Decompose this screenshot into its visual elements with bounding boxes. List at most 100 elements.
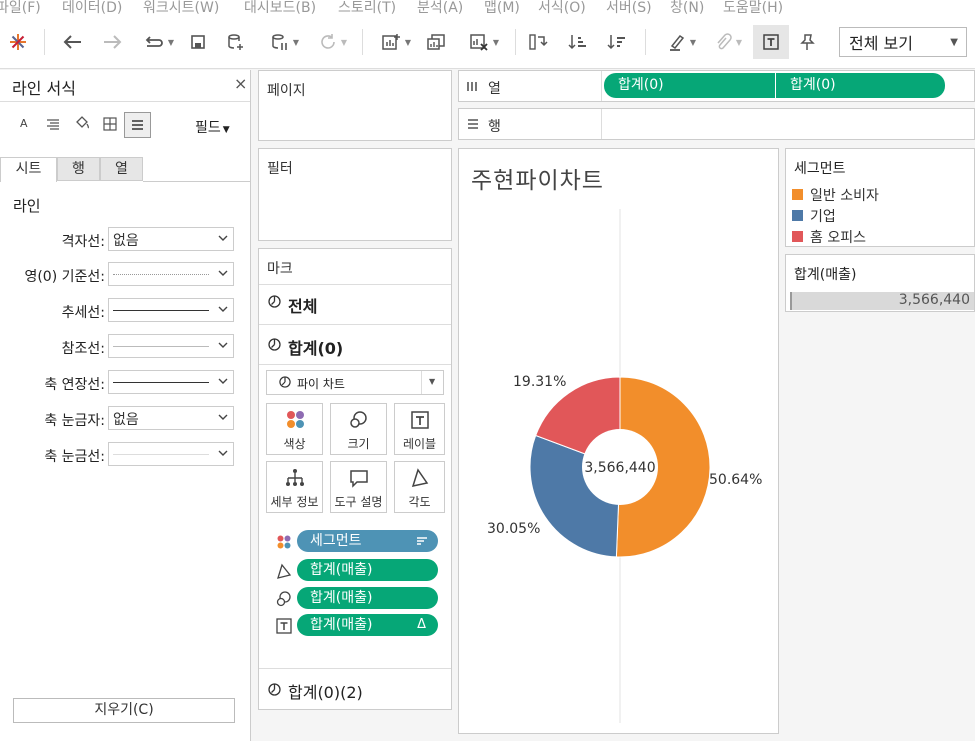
format-font-icon[interactable]: A bbox=[20, 117, 28, 130]
label-mark-button[interactable]: 레이블 bbox=[394, 403, 445, 455]
grid-lines-value: 없음 bbox=[113, 233, 139, 249]
menu-format[interactable]: 서식(O) bbox=[538, 0, 586, 17]
size-icon bbox=[331, 410, 386, 432]
menu-map[interactable]: 맵(M) bbox=[484, 0, 520, 17]
marks-card-title: 마크 bbox=[267, 261, 293, 277]
menu-data[interactable]: 데이터(D) bbox=[62, 0, 122, 17]
chevron-down-icon bbox=[218, 378, 228, 384]
rows-shelf[interactable]: 행 bbox=[458, 108, 975, 140]
segment-color-pill[interactable]: 세그먼트 bbox=[297, 530, 438, 552]
fit-view-select[interactable]: 전체 보기 ▼ bbox=[839, 27, 967, 57]
angle-sales-pill[interactable]: 합계(매출) bbox=[297, 559, 438, 581]
trend-lines-select[interactable] bbox=[108, 298, 234, 322]
menu-analysis[interactable]: 분석(A) bbox=[417, 0, 463, 17]
tooltip-mark-label: 도구 설명 bbox=[334, 495, 383, 509]
size-legend-value: 3,566,440 bbox=[898, 292, 970, 308]
chevron-down-icon bbox=[218, 235, 228, 241]
format-shading-icon[interactable] bbox=[74, 116, 90, 134]
mark-type-select[interactable]: 파이 차트 ▼ bbox=[266, 370, 444, 395]
tab-columns[interactable]: 열 bbox=[100, 157, 143, 181]
label-text-icon bbox=[395, 410, 444, 432]
pages-card-title: 페이지 bbox=[267, 83, 306, 99]
group-members-icon[interactable]: ▼ bbox=[706, 27, 750, 57]
highlight-icon[interactable]: ▼ bbox=[660, 27, 704, 57]
swap-rows-columns-icon[interactable] bbox=[526, 27, 550, 57]
zero-lines-select[interactable] bbox=[108, 262, 234, 286]
label-text-icon bbox=[276, 618, 292, 634]
rows-shelf-label: 행 bbox=[488, 119, 501, 135]
axis-ticks-select[interactable]: 없음 bbox=[108, 406, 234, 430]
detail-mark-label: 세부 정보 bbox=[270, 495, 319, 509]
pin-icon[interactable] bbox=[795, 27, 819, 57]
axis-ticks-value: 없음 bbox=[113, 412, 139, 428]
marks-sum0-2-row[interactable]: 합계(0)(2) bbox=[259, 669, 451, 709]
format-borders-icon[interactable] bbox=[103, 117, 117, 135]
center-total-label: 3,566,440 bbox=[584, 460, 655, 476]
pages-card[interactable]: 페이지 bbox=[258, 70, 452, 141]
menu-server[interactable]: 서버(S) bbox=[606, 0, 652, 17]
segment-legend[interactable]: 세그먼트 일반 소비자 기업 홈 오피스 bbox=[785, 148, 975, 247]
size-legend-bar: 3,566,440 bbox=[790, 292, 974, 310]
fields-label: 필드 bbox=[195, 120, 221, 136]
tableau-logo-icon[interactable] bbox=[6, 27, 30, 57]
chevron-down-icon bbox=[218, 306, 228, 312]
pause-update-icon[interactable]: ▼ bbox=[263, 27, 307, 57]
marks-sum0-row[interactable]: 합계(0) bbox=[259, 325, 451, 364]
menu-worksheet[interactable]: 워크시트(W) bbox=[143, 0, 219, 17]
duplicate-sheet-icon[interactable] bbox=[424, 27, 448, 57]
detail-mark-button[interactable]: 세부 정보 bbox=[266, 461, 323, 513]
menu-window[interactable]: 창(N) bbox=[670, 0, 704, 17]
legend-swatch bbox=[792, 210, 803, 221]
new-datasource-icon[interactable] bbox=[225, 27, 247, 57]
undo-icon[interactable] bbox=[60, 27, 86, 57]
refresh-icon[interactable]: ▼ bbox=[311, 27, 355, 57]
save-icon[interactable] bbox=[187, 27, 209, 57]
size-sales-pill[interactable]: 합계(매출) bbox=[297, 587, 438, 609]
chevron-down-icon bbox=[218, 270, 228, 276]
divider bbox=[601, 109, 602, 139]
grid-lines-select[interactable]: 없음 bbox=[108, 227, 234, 251]
sort-descending-icon[interactable] bbox=[605, 27, 629, 57]
angle-icon bbox=[276, 563, 292, 579]
axis-gridlines-select[interactable] bbox=[108, 442, 234, 466]
light-line-preview bbox=[113, 346, 209, 347]
clear-button[interactable]: 지우기(C) bbox=[13, 698, 235, 723]
size-mark-button[interactable]: 크기 bbox=[330, 403, 387, 455]
replay-icon[interactable]: ▼ bbox=[137, 27, 181, 57]
size-legend[interactable]: 합계(매출) 3,566,440 bbox=[785, 254, 975, 312]
filters-card[interactable]: 필터 bbox=[258, 148, 452, 241]
label-pill-label: 합계(매출) bbox=[310, 617, 373, 633]
clear-sheet-icon[interactable]: ▼ bbox=[462, 27, 506, 57]
tab-sheet[interactable]: 시트 bbox=[0, 157, 57, 182]
size-icon bbox=[276, 591, 292, 607]
color-mark-button[interactable]: 색상 bbox=[266, 403, 323, 455]
legend-title: 세그먼트 bbox=[794, 161, 846, 177]
redo-icon[interactable] bbox=[99, 27, 125, 57]
size-legend-title: 합계(매출) bbox=[794, 267, 857, 283]
tab-rows[interactable]: 행 bbox=[57, 157, 100, 181]
divider bbox=[421, 371, 422, 394]
donut-chart[interactable]: 3,566,440 50.64% 30.05% 19.31% bbox=[459, 149, 778, 733]
close-icon[interactable]: × bbox=[234, 74, 247, 93]
sort-ascending-icon[interactable] bbox=[566, 27, 590, 57]
show-mark-labels-icon[interactable] bbox=[753, 25, 789, 59]
menu-file[interactable]: 파일(F) bbox=[0, 0, 41, 17]
column-pill-sum0-second[interactable]: 합계(0) bbox=[776, 73, 945, 98]
reference-lines-select[interactable] bbox=[108, 334, 234, 358]
new-worksheet-icon[interactable]: ▼ bbox=[374, 27, 418, 57]
fit-view-value: 전체 보기 bbox=[849, 34, 913, 53]
marks-all-row[interactable]: 전체 bbox=[259, 285, 451, 324]
menu-story[interactable]: 스토리(T) bbox=[338, 0, 396, 17]
tooltip-mark-button[interactable]: 도구 설명 bbox=[330, 461, 387, 513]
column-pill-sum0-first[interactable]: 합계(0) bbox=[604, 73, 775, 98]
fields-dropdown-button[interactable]: 필드 ▼ bbox=[195, 117, 230, 137]
format-lines-icon[interactable] bbox=[124, 112, 151, 138]
menu-dashboard[interactable]: 대시보드(B) bbox=[244, 0, 316, 17]
format-alignment-icon[interactable] bbox=[46, 118, 60, 134]
chart-view[interactable]: 주현파이차트 3,566,440 50.64% 30.05% 19.31% bbox=[458, 148, 779, 734]
legend-label: 기업 bbox=[810, 209, 836, 225]
axis-rulers-select[interactable] bbox=[108, 370, 234, 394]
menu-help[interactable]: 도움말(H) bbox=[723, 0, 783, 17]
label-sales-pill[interactable]: 합계(매출) Δ bbox=[297, 614, 438, 636]
angle-mark-button[interactable]: 각도 bbox=[394, 461, 445, 513]
